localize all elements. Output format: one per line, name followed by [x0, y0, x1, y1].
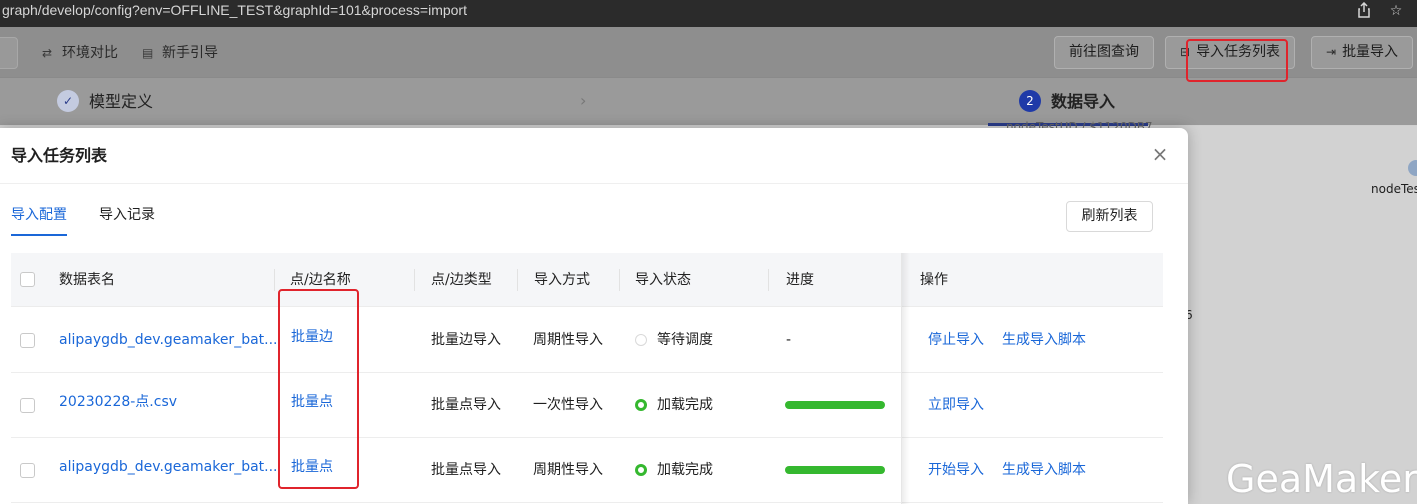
generate-script-button[interactable]: 生成导入脚本: [1002, 438, 1086, 502]
row-checkbox[interactable]: [20, 398, 35, 413]
import-mode: 周期性导入: [533, 332, 603, 348]
table-row: 20230228-点.csv 批量点 批量点导入 一次性导入 加载完成 立即导入: [11, 373, 1163, 438]
tab-active-ink: [11, 234, 67, 236]
close-icon[interactable]: ×: [1150, 144, 1170, 164]
import-mode: 周期性导入: [533, 462, 603, 478]
steps-bar: ✓ 模型定义 › 2 数据导入: [0, 77, 1417, 125]
chevron-right-icon: ›: [580, 91, 587, 110]
entity-type: 批量点导入: [431, 462, 501, 478]
table-row: alipaygdb_dev.geamaker_bat... 批量点 批量点导入 …: [11, 438, 1163, 503]
go-graph-query-button[interactable]: 前往图查询: [1054, 36, 1154, 69]
col-separator: [517, 269, 518, 291]
status-pending-icon: [635, 334, 647, 346]
col-table-name: 数据表名: [59, 272, 115, 288]
step2-number: 2: [1019, 90, 1041, 112]
share-icon[interactable]: [1355, 1, 1373, 20]
guide-link[interactable]: ▤ 新手引导: [142, 42, 218, 64]
row-checkbox[interactable]: [20, 333, 35, 348]
annotation-box-entity-names: [278, 289, 359, 489]
col-actions: 操作: [920, 272, 948, 288]
select-box-partial[interactable]: [0, 37, 18, 69]
tab-import-records[interactable]: 导入记录: [99, 203, 155, 227]
swap-icon: ⇄: [42, 46, 53, 60]
generate-script-button[interactable]: 生成导入脚本: [1002, 308, 1086, 372]
annotation-box-task-list: [1186, 39, 1288, 82]
select-all-checkbox[interactable]: [20, 272, 35, 287]
import-task-list-modal: 导入任务列表 × 导入配置 导入记录 刷新列表 数据表名 点/边名称 点/边类型…: [0, 128, 1188, 504]
step1-label[interactable]: 模型定义: [89, 90, 153, 114]
env-compare-link[interactable]: ⇄ 环境对比: [42, 42, 118, 64]
table-name-link[interactable]: 20230228-点.csv: [59, 370, 177, 434]
url-text[interactable]: graph/develop/config?env=OFFLINE_TEST&gr…: [2, 0, 467, 22]
import-mode: 一次性导入: [533, 397, 603, 413]
step1-check-icon: ✓: [57, 90, 79, 112]
row-checkbox[interactable]: [20, 463, 35, 478]
progress-bar: [785, 466, 885, 474]
table-header: 数据表名 点/边名称 点/边类型 导入方式 导入状态 进度 操作: [11, 253, 1163, 307]
col-separator: [619, 269, 620, 291]
step2-label[interactable]: 数据导入: [1051, 90, 1115, 114]
status-text: 加载完成: [657, 397, 713, 413]
start-import-button[interactable]: 开始导入: [928, 438, 984, 502]
status-success-icon: [635, 464, 647, 476]
progress-text: -: [786, 332, 792, 348]
tab-import-config[interactable]: 导入配置: [11, 203, 67, 227]
document-icon: ▤: [142, 46, 154, 60]
col-progress: 进度: [786, 272, 814, 288]
graph-node[interactable]: [1408, 160, 1417, 176]
entity-type: 批量点导入: [431, 397, 501, 413]
col-entity-type: 点/边类型: [431, 272, 492, 288]
browser-url-bar[interactable]: graph/develop/config?env=OFFLINE_TEST&gr…: [0, 0, 1417, 27]
status-text: 加载完成: [657, 462, 713, 478]
import-icon: ⇥: [1326, 45, 1337, 59]
watermark: GeaMaker: [1226, 457, 1417, 501]
col-import-mode: 导入方式: [534, 272, 590, 288]
modal-title: 导入任务列表: [11, 146, 108, 165]
fixed-column-shadow: [902, 253, 910, 504]
col-separator: [274, 269, 275, 291]
import-now-button[interactable]: 立即导入: [928, 373, 984, 437]
progress-bar: [785, 401, 885, 409]
col-separator: [414, 269, 415, 291]
canvas-node-label: nodeTes: [1371, 182, 1417, 196]
col-import-status: 导入状态: [635, 272, 691, 288]
star-icon[interactable]: ☆: [1387, 2, 1405, 20]
batch-import-button[interactable]: ⇥ 批量导入: [1311, 36, 1414, 69]
table-name-link[interactable]: alipaygdb_dev.geamaker_bat...: [59, 435, 278, 499]
modal-divider: [0, 183, 1188, 184]
refresh-list-button[interactable]: 刷新列表: [1066, 201, 1153, 232]
table-name-link[interactable]: alipaygdb_dev.geamaker_bat...: [59, 308, 278, 372]
status-success-icon: [635, 399, 647, 411]
entity-type: 批量边导入: [431, 332, 501, 348]
table-row: alipaygdb_dev.geamaker_bat... 批量边 批量边导入 …: [11, 308, 1163, 373]
stop-import-button[interactable]: 停止导入: [928, 308, 984, 372]
status-text: 等待调度: [657, 332, 713, 348]
col-separator: [768, 269, 769, 291]
